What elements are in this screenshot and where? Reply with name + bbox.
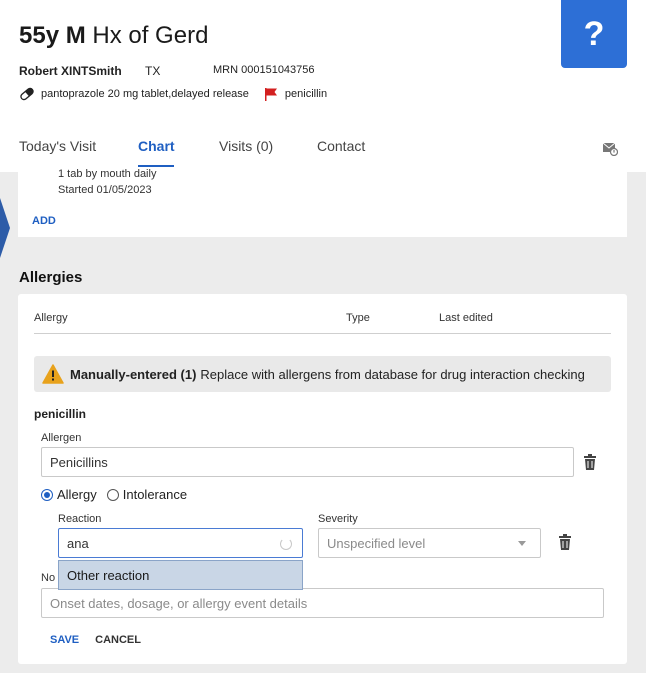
chevron-down-icon xyxy=(518,541,526,546)
page-title: 55y M Hx of Gerd xyxy=(19,22,208,50)
help-button[interactable]: ? xyxy=(561,0,627,68)
delete-allergen-icon[interactable] xyxy=(583,454,597,470)
allergy-flag-text: penicillin xyxy=(284,88,328,100)
allergies-heading: Allergies xyxy=(19,269,83,286)
allergen-input[interactable]: Penicillins xyxy=(41,447,574,477)
severity-label: Severity xyxy=(318,513,358,525)
allergy-entry-name: penicillin xyxy=(34,407,87,421)
reaction-suggestion-label: Other reaction xyxy=(67,567,150,583)
allergy-type-radio-group: Allergy Intolerance xyxy=(41,487,187,502)
patient-state: TX xyxy=(145,64,161,78)
note-input[interactable]: Onset dates, dosage, or allergy event de… xyxy=(41,588,604,618)
medication-name: pantoprazole 20 mg tablet,delayed releas… xyxy=(41,88,249,100)
medication-start-date: Started 01/05/2023 xyxy=(58,184,152,196)
patient-info: Robert XINTSmith TX MRN 000151043756 xyxy=(19,64,315,78)
pill-icon xyxy=(20,87,34,101)
warning-icon xyxy=(42,364,64,384)
loading-spinner-icon xyxy=(280,538,292,550)
active-tab-indicator xyxy=(138,165,174,167)
severity-placeholder: Unspecified level xyxy=(327,535,426,551)
manual-entry-warning: Manually-entered (1) Replace with allerg… xyxy=(34,356,611,392)
save-button[interactable]: SAVE xyxy=(50,634,79,646)
warning-message: Replace with allergens from database for… xyxy=(200,366,585,382)
allergen-label: Allergen xyxy=(41,432,82,444)
allergen-value: Penicillins xyxy=(50,454,108,470)
header-divider xyxy=(34,333,611,334)
severity-select[interactable]: Unspecified level xyxy=(318,528,541,558)
reaction-input[interactable]: ana xyxy=(58,528,303,558)
column-header-last-edited[interactable]: Last edited xyxy=(439,312,493,324)
delete-reaction-icon[interactable] xyxy=(558,534,572,550)
radio-intolerance-label[interactable]: Intolerance xyxy=(123,487,187,502)
column-header-allergy[interactable]: Allergy xyxy=(34,312,68,324)
red-flag-icon xyxy=(264,88,277,101)
tab-visits[interactable]: Visits (0) xyxy=(219,138,273,154)
reaction-suggestion-option[interactable]: Other reaction xyxy=(58,560,303,590)
add-medication-link[interactable]: ADD xyxy=(32,215,56,227)
form-actions: SAVE CANCEL xyxy=(50,634,141,646)
tab-chart[interactable]: Chart xyxy=(138,138,175,154)
patient-header: 55y M Hx of Gerd ? Robert XINTSmith TX M… xyxy=(0,0,646,172)
title-age-sex: 55y M xyxy=(19,22,86,49)
medication-summary: pantoprazole 20 mg tablet,delayed releas… xyxy=(19,87,327,101)
expand-arrow-icon[interactable] xyxy=(0,198,10,258)
patient-name: Robert XINTSmith xyxy=(19,64,122,78)
radio-allergy-label[interactable]: Allergy xyxy=(57,487,97,502)
reaction-value: ana xyxy=(67,535,89,551)
help-label: ? xyxy=(583,14,605,53)
cancel-button[interactable]: CANCEL xyxy=(95,634,141,646)
title-history: Hx of Gerd xyxy=(92,22,209,49)
radio-intolerance[interactable] xyxy=(106,488,119,501)
medication-card: 1 tab by mouth daily Started 01/05/2023 … xyxy=(18,168,627,237)
patient-mrn: MRN 000151043756 xyxy=(213,64,315,76)
reaction-label: Reaction xyxy=(58,513,102,525)
warning-title: Manually-entered (1) xyxy=(70,366,197,382)
mail-icon[interactable] xyxy=(602,140,618,156)
column-header-type[interactable]: Type xyxy=(346,312,370,324)
medication-sig: 1 tab by mouth daily xyxy=(58,168,157,180)
tab-contact[interactable]: Contact xyxy=(317,138,365,154)
note-placeholder: Onset dates, dosage, or allergy event de… xyxy=(50,595,308,611)
allergies-card: Allergy Type Last edited Manually-entere… xyxy=(18,294,627,664)
tab-todays-visit[interactable]: Today's Visit xyxy=(19,138,96,154)
chart-content[interactable]: 1 tab by mouth daily Started 01/05/2023 … xyxy=(0,168,646,673)
note-label: No xyxy=(41,572,56,584)
radio-allergy[interactable] xyxy=(41,488,53,501)
tab-bar: Today's Visit Chart Visits (0) Contact xyxy=(0,136,646,172)
